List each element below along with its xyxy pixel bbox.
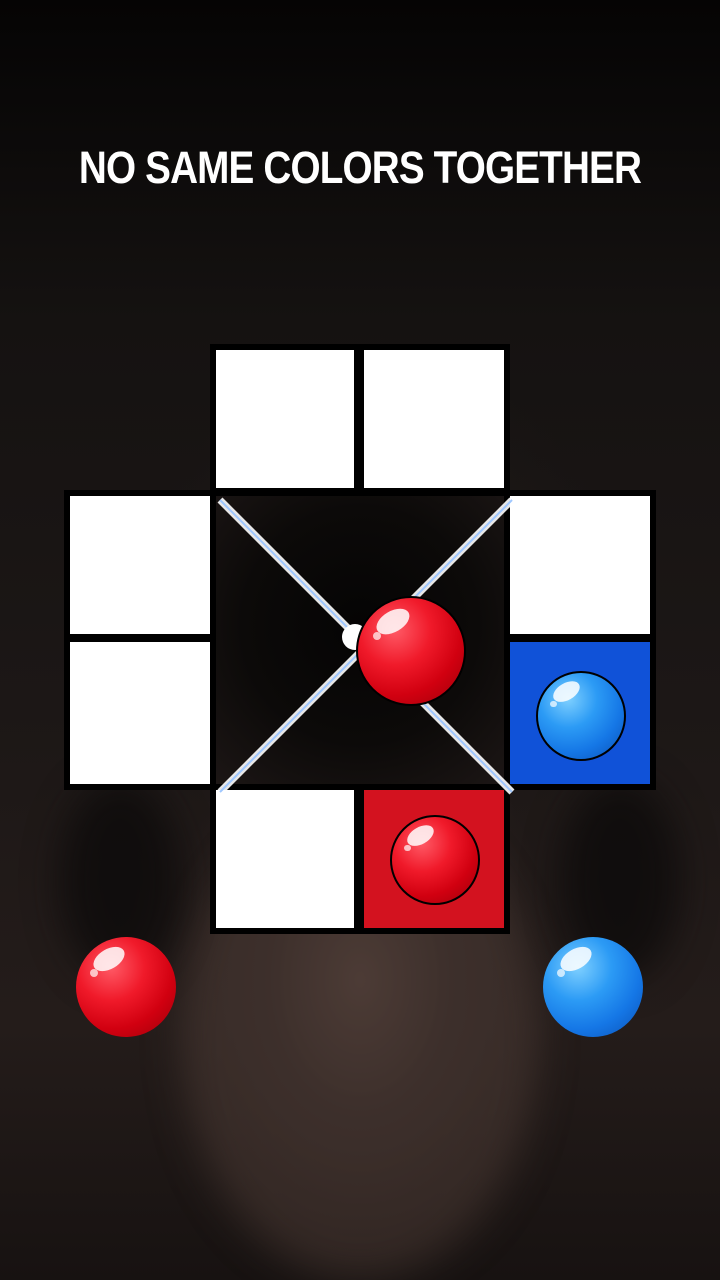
cell-top-left[interactable] <box>210 344 360 494</box>
cell-right-top[interactable] <box>504 490 656 640</box>
cell-top-right[interactable] <box>358 344 510 494</box>
player-blue-ball[interactable] <box>543 937 643 1037</box>
cell-right-bottom[interactable] <box>504 636 656 790</box>
spinner-red-ball[interactable] <box>356 596 466 706</box>
red-ball-in-cell <box>390 815 480 905</box>
cell-left-bottom[interactable] <box>64 636 216 790</box>
blue-ball-in-cell <box>536 671 626 761</box>
cell-bottom-right[interactable] <box>358 784 510 934</box>
cell-left-top[interactable] <box>64 490 216 640</box>
cell-bottom-left[interactable] <box>210 784 360 934</box>
page-title: NO SAME COLORS TOGETHER <box>78 142 642 193</box>
player-red-ball[interactable] <box>76 937 176 1037</box>
game-screen: NO SAME COLORS TOGETHER <box>0 0 720 1280</box>
